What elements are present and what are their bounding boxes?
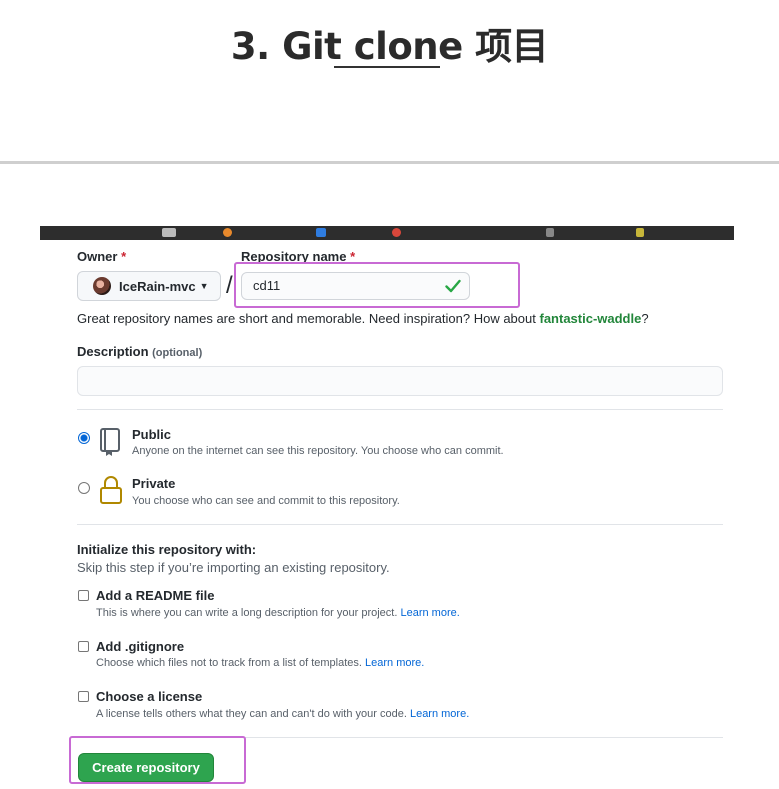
readme-checkbox[interactable] <box>78 590 89 601</box>
repo-name-hint: Great repository names are short and mem… <box>77 311 649 326</box>
license-title: Choose a license <box>96 689 203 704</box>
description-label: Description (optional) <box>77 344 203 359</box>
readme-note: This is where you can write a long descr… <box>96 607 460 619</box>
private-note: You choose who can see and commit to thi… <box>132 495 400 507</box>
repo-book-icon <box>100 428 120 456</box>
repo-name-highlight <box>234 262 520 308</box>
browser-bookmark-bar <box>40 226 734 240</box>
section-divider <box>0 161 779 164</box>
license-note: A license tells others what they can and… <box>96 708 470 720</box>
private-radio[interactable] <box>78 482 90 494</box>
owner-select[interactable]: IceRain-mvc ▼ <box>77 271 221 301</box>
license-checkbox[interactable] <box>78 691 89 702</box>
readme-title: Add a README file <box>96 588 215 603</box>
public-radio[interactable] <box>78 432 90 444</box>
owner-repo-separator: / <box>226 272 233 299</box>
avatar <box>93 277 111 295</box>
repo-form-screenshot: Owner * IceRain-mvc ▼ Repository name * … <box>40 226 734 789</box>
learn-more-link[interactable]: Learn more. <box>365 657 424 669</box>
description-input[interactable] <box>77 366 723 396</box>
create-button-highlight <box>69 736 246 784</box>
init-note: Skip this step if you’re importing an ex… <box>77 560 390 575</box>
title-underline <box>334 66 440 68</box>
caret-down-icon: ▼ <box>199 281 209 291</box>
public-title: Public <box>132 427 172 442</box>
gitignore-note: Choose which files not to track from a l… <box>96 657 425 669</box>
learn-more-link[interactable]: Learn more. <box>400 607 459 619</box>
name-suggestion-link[interactable]: fantastic-waddle <box>539 311 641 326</box>
owner-label: Owner * <box>77 249 127 264</box>
public-note: Anyone on the internet can see this repo… <box>132 445 504 457</box>
lock-icon <box>100 476 122 504</box>
divider <box>77 409 723 410</box>
gitignore-title: Add .gitignore <box>96 639 185 654</box>
article-title: 3. Git clone 项目 <box>230 25 549 68</box>
private-title: Private <box>132 476 176 491</box>
divider <box>77 524 723 525</box>
owner-value: IceRain-mvc <box>119 278 196 294</box>
init-title: Initialize this repository with: <box>77 542 257 557</box>
learn-more-link[interactable]: Learn more. <box>410 708 469 720</box>
gitignore-checkbox[interactable] <box>78 641 89 652</box>
